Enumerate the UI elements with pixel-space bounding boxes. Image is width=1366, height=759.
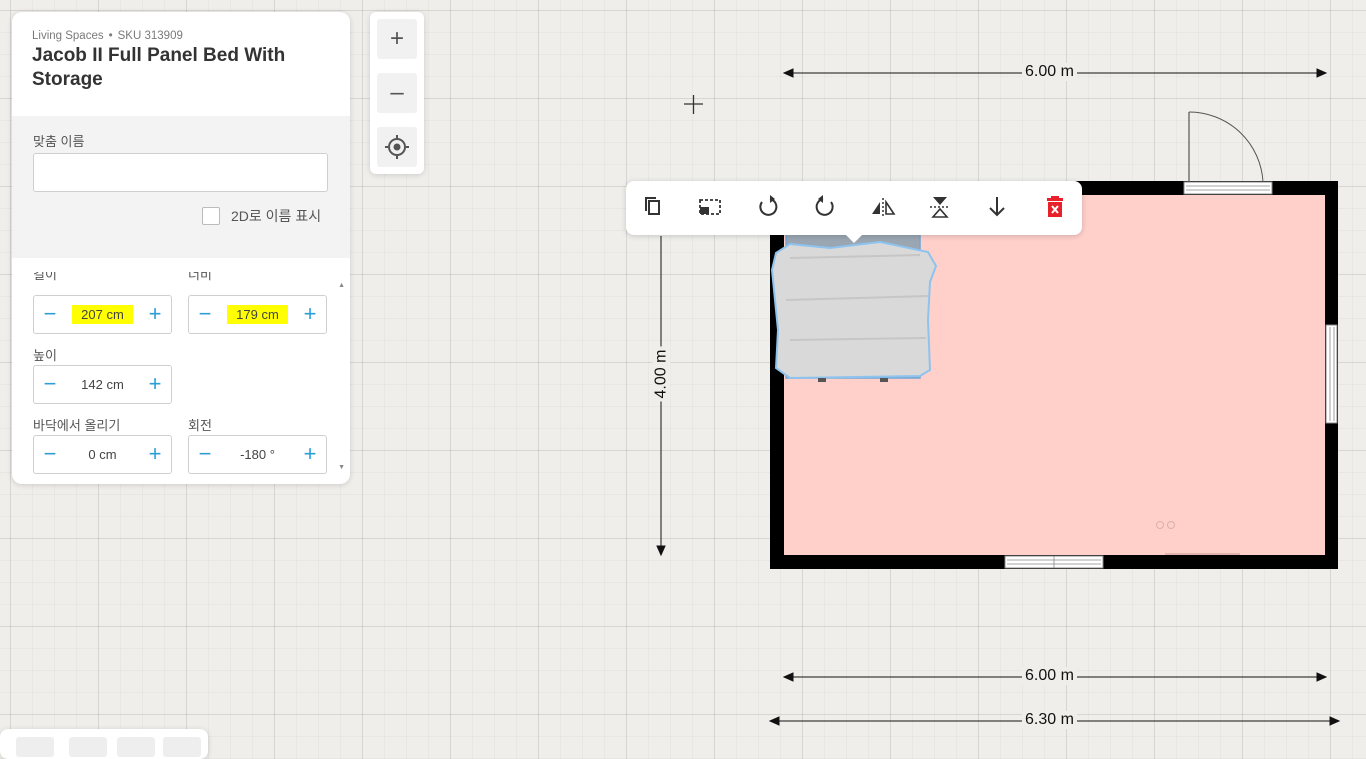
copy-button[interactable] xyxy=(638,192,668,222)
dimensions-section: 길이 너비 ▲ − 207 cm + − 179 cm + 높이 − 142 c… xyxy=(12,258,350,484)
sku-text: SKU 313909 xyxy=(117,30,183,42)
show-2d-option[interactable]: 2D로 이름 표시 xyxy=(202,206,321,226)
width-value[interactable]: 179 cm xyxy=(223,305,292,325)
height-stepper[interactable]: − 142 cm + xyxy=(33,365,172,404)
rotate-left-icon xyxy=(759,195,778,216)
zoom-controls: + – xyxy=(370,12,424,174)
bottom-tool-button[interactable] xyxy=(69,737,107,757)
flip-horizontal-icon xyxy=(872,198,896,218)
length-label: 길이 xyxy=(33,267,57,282)
window-right[interactable] xyxy=(1325,324,1338,424)
rotation-label: 회전 xyxy=(188,418,212,433)
height-increment-button[interactable]: + xyxy=(139,366,171,403)
object-toolbar xyxy=(626,181,1082,243)
rotation-increment-button[interactable]: + xyxy=(294,436,326,473)
bottom-toolbar xyxy=(0,729,208,759)
bed-selected[interactable] xyxy=(770,229,938,382)
length-decrement-button[interactable]: − xyxy=(34,296,66,333)
scroll-down-arrow[interactable]: ▼ xyxy=(338,464,345,471)
rotate-right-button[interactable] xyxy=(810,192,840,222)
flip-vertical-button[interactable] xyxy=(925,192,955,222)
target-icon xyxy=(385,135,409,159)
door[interactable] xyxy=(1183,111,1273,195)
custom-name-label: 맞춤 이름 xyxy=(33,134,85,149)
copy-icon xyxy=(645,197,660,215)
length-increment-button[interactable]: + xyxy=(139,296,171,333)
rotation-stepper[interactable]: − -180 ° + xyxy=(188,435,327,474)
toolbar-pointer xyxy=(844,233,864,243)
arrow-down-icon xyxy=(989,197,1005,217)
elevation-increment-button[interactable]: + xyxy=(139,436,171,473)
width-value-text: 179 cm xyxy=(227,305,288,324)
length-stepper[interactable]: − 207 cm + xyxy=(33,295,172,334)
zoom-out-button[interactable]: – xyxy=(377,73,417,113)
bottom-tool-button[interactable] xyxy=(163,737,201,757)
trash-icon xyxy=(1047,196,1063,217)
separator-dot: • xyxy=(108,30,113,42)
show-2d-checkbox[interactable] xyxy=(202,207,220,225)
width-decrement-button[interactable]: − xyxy=(189,296,221,333)
custom-name-section: 맞춤 이름 2D로 이름 표시 xyxy=(12,116,350,258)
rotation-decrement-button[interactable]: − xyxy=(189,436,221,473)
bottom-inner-dimension-label: 6.00 m xyxy=(1022,667,1077,685)
elevation-stepper[interactable]: − 0 cm + xyxy=(33,435,172,474)
bottom-tool-button[interactable] xyxy=(16,737,54,757)
elevation-label: 바닥에서 올리기 xyxy=(33,418,121,433)
height-decrement-button[interactable]: − xyxy=(34,366,66,403)
move-down-button[interactable] xyxy=(982,192,1012,222)
delete-button[interactable] xyxy=(1040,192,1070,222)
left-dimension-label: 4.00 m xyxy=(652,346,671,402)
brand-name: Living Spaces xyxy=(32,30,104,42)
window-bottom[interactable] xyxy=(1004,555,1104,569)
group-select-button[interactable] xyxy=(695,192,725,222)
flip-horizontal-button[interactable] xyxy=(868,192,898,222)
custom-name-input[interactable] xyxy=(33,153,328,192)
length-value-text: 207 cm xyxy=(72,305,133,324)
rotate-left-button[interactable] xyxy=(753,192,783,222)
rotation-value[interactable]: -180 ° xyxy=(223,445,292,465)
top-dimension-label: 6.00 m xyxy=(1022,63,1077,81)
rotate-right-icon xyxy=(815,195,834,216)
recenter-button[interactable] xyxy=(377,127,417,167)
properties-panel: Living Spaces • SKU 313909 Jacob II Full P… xyxy=(12,12,350,484)
height-value[interactable]: 142 cm xyxy=(68,375,137,395)
width-stepper[interactable]: − 179 cm + xyxy=(188,295,327,334)
bottom-outer-dimension-label: 6.30 m xyxy=(1022,711,1077,729)
brand-line: Living Spaces • SKU 313909 xyxy=(32,30,330,42)
flip-vertical-icon xyxy=(930,197,950,218)
group-select-icon xyxy=(699,199,721,215)
crosshair-cursor xyxy=(684,95,703,114)
zoom-in-button[interactable]: + xyxy=(377,19,417,59)
product-header: Living Spaces • SKU 313909 Jacob II Full P… xyxy=(12,12,350,104)
elevation-decrement-button[interactable]: − xyxy=(34,436,66,473)
height-label: 높이 xyxy=(33,348,57,363)
width-label: 너비 xyxy=(188,267,212,282)
width-increment-button[interactable]: + xyxy=(294,296,326,333)
product-title: Jacob II Full Panel Bed With Storage xyxy=(32,45,286,90)
scroll-up-arrow[interactable]: ▲ xyxy=(338,282,345,289)
length-value[interactable]: 207 cm xyxy=(68,305,137,325)
bottom-tool-button[interactable] xyxy=(117,737,155,757)
show-2d-label: 2D로 이름 표시 xyxy=(231,208,322,224)
elevation-value[interactable]: 0 cm xyxy=(68,445,137,465)
